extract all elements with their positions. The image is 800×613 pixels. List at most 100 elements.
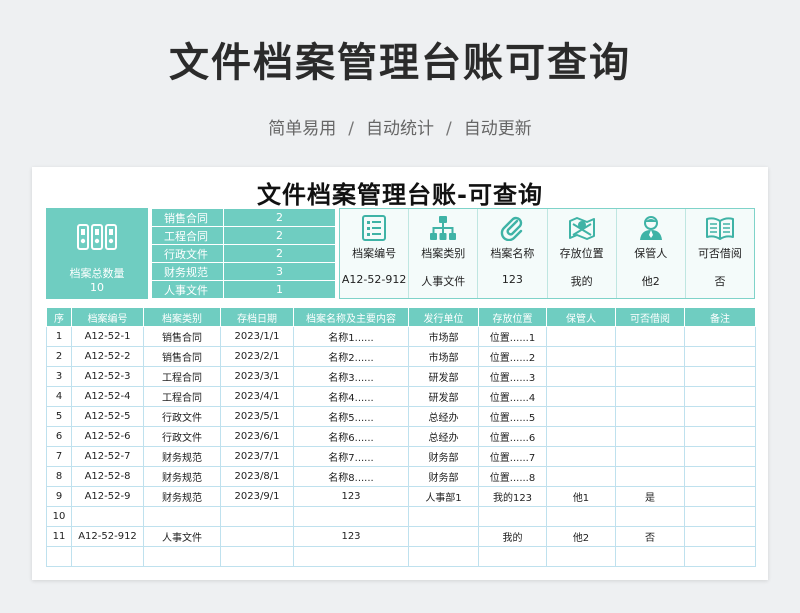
table-cell[interactable]: A12-52-7 — [71, 446, 144, 467]
column-header[interactable]: 备注 — [684, 307, 756, 327]
table-cell[interactable]: 我的123 — [478, 486, 547, 507]
table-cell[interactable]: 总经办 — [408, 426, 479, 447]
table-cell[interactable] — [684, 426, 756, 447]
table-cell[interactable]: 位置......1 — [478, 326, 547, 347]
query-field[interactable]: 档案编号 A12-52-912 — [340, 209, 410, 298]
table-cell[interactable]: A12-52-9 — [71, 486, 144, 507]
table-cell[interactable]: 位置......7 — [478, 446, 547, 467]
table-cell[interactable] — [615, 406, 685, 427]
table-cell[interactable]: 位置......8 — [478, 466, 547, 487]
table-cell[interactable] — [615, 506, 685, 527]
table-cell[interactable]: 2023/9/1 — [220, 486, 294, 507]
table-cell[interactable]: A12-52-6 — [71, 426, 144, 447]
table-cell[interactable]: 2023/6/1 — [220, 426, 294, 447]
table-cell[interactable] — [71, 546, 144, 567]
table-cell[interactable]: 财务部 — [408, 466, 479, 487]
table-cell[interactable] — [546, 406, 616, 427]
table-cell[interactable]: 名称8...... — [293, 466, 409, 487]
column-header[interactable]: 序 — [46, 307, 72, 327]
column-header[interactable]: 保管人 — [546, 307, 616, 327]
table-cell[interactable]: 7 — [46, 446, 72, 467]
table-cell[interactable]: 2023/1/1 — [220, 326, 294, 347]
table-cell[interactable] — [684, 346, 756, 367]
table-cell[interactable] — [684, 366, 756, 387]
table-cell[interactable] — [615, 346, 685, 367]
table-cell[interactable] — [408, 506, 479, 527]
table-cell[interactable]: 2023/5/1 — [220, 406, 294, 427]
table-cell[interactable]: A12-52-2 — [71, 346, 144, 367]
table-cell[interactable] — [143, 506, 221, 527]
table-cell[interactable] — [546, 546, 616, 567]
table-cell[interactable]: 2023/7/1 — [220, 446, 294, 467]
table-cell[interactable]: 名称1...... — [293, 326, 409, 347]
table-cell[interactable] — [615, 366, 685, 387]
table-cell[interactable]: A12-52-912 — [71, 526, 144, 547]
query-field[interactable]: 存放位置 我的 — [548, 209, 617, 298]
table-cell[interactable] — [615, 446, 685, 467]
table-cell[interactable] — [684, 326, 756, 347]
table-cell[interactable]: 位置......5 — [478, 406, 547, 427]
table-cell[interactable]: 6 — [46, 426, 72, 447]
table-cell[interactable] — [478, 546, 547, 567]
table-cell[interactable]: 2023/4/1 — [220, 386, 294, 407]
table-cell[interactable]: 工程合同 — [143, 386, 221, 407]
table-cell[interactable]: 否 — [615, 526, 685, 547]
table-cell[interactable]: 11 — [46, 526, 72, 547]
table-cell[interactable] — [615, 426, 685, 447]
table-cell[interactable]: 研发部 — [408, 366, 479, 387]
table-cell[interactable] — [220, 526, 294, 547]
table-cell[interactable] — [615, 326, 685, 347]
table-cell[interactable] — [143, 546, 221, 567]
table-cell[interactable]: 财务规范 — [143, 486, 221, 507]
table-cell[interactable] — [684, 446, 756, 467]
table-cell[interactable] — [408, 526, 479, 547]
table-cell[interactable]: 行政文件 — [143, 406, 221, 427]
table-cell[interactable] — [408, 546, 479, 567]
table-cell[interactable]: 123 — [293, 486, 409, 507]
table-cell[interactable] — [684, 386, 756, 407]
table-cell[interactable]: 名称6...... — [293, 426, 409, 447]
table-cell[interactable]: 名称2...... — [293, 346, 409, 367]
table-cell[interactable] — [684, 526, 756, 547]
table-cell[interactable] — [615, 466, 685, 487]
table-cell[interactable]: 财务规范 — [143, 466, 221, 487]
table-cell[interactable]: 3 — [46, 366, 72, 387]
table-cell[interactable]: 9 — [46, 486, 72, 507]
table-cell[interactable]: 行政文件 — [143, 426, 221, 447]
table-cell[interactable] — [684, 466, 756, 487]
table-cell[interactable] — [615, 546, 685, 567]
table-cell[interactable]: 市场部 — [408, 346, 479, 367]
column-header[interactable]: 存放位置 — [478, 307, 547, 327]
table-cell[interactable]: 5 — [46, 406, 72, 427]
table-cell[interactable] — [684, 546, 756, 567]
table-cell[interactable]: 2023/3/1 — [220, 366, 294, 387]
column-header[interactable]: 档案编号 — [71, 307, 144, 327]
table-cell[interactable]: A12-52-4 — [71, 386, 144, 407]
table-cell[interactable]: 市场部 — [408, 326, 479, 347]
table-cell[interactable]: A12-52-5 — [71, 406, 144, 427]
table-cell[interactable]: 位置......4 — [478, 386, 547, 407]
table-cell[interactable]: 名称5...... — [293, 406, 409, 427]
table-cell[interactable]: 名称7...... — [293, 446, 409, 467]
query-field[interactable]: 可否借阅 否 — [686, 209, 754, 298]
table-cell[interactable]: 工程合同 — [143, 366, 221, 387]
table-cell[interactable] — [684, 506, 756, 527]
table-cell[interactable]: 位置......2 — [478, 346, 547, 367]
table-cell[interactable]: A12-52-3 — [71, 366, 144, 387]
table-cell[interactable]: 财务部 — [408, 446, 479, 467]
table-cell[interactable] — [546, 346, 616, 367]
table-cell[interactable] — [546, 326, 616, 347]
table-cell[interactable] — [220, 546, 294, 567]
table-cell[interactable]: A12-52-1 — [71, 326, 144, 347]
table-cell[interactable]: 名称3...... — [293, 366, 409, 387]
table-cell[interactable] — [615, 386, 685, 407]
table-cell[interactable] — [71, 506, 144, 527]
table-cell[interactable]: 他1 — [546, 486, 616, 507]
query-field[interactable]: 档案名称 123 — [478, 209, 548, 298]
table-cell[interactable]: 2023/8/1 — [220, 466, 294, 487]
query-field[interactable]: 档案类别 人事文件 — [409, 209, 479, 298]
column-header[interactable]: 可否借阅 — [615, 307, 685, 327]
query-field[interactable]: 保管人 他2 — [617, 209, 686, 298]
table-cell[interactable] — [546, 426, 616, 447]
table-cell[interactable] — [293, 546, 409, 567]
